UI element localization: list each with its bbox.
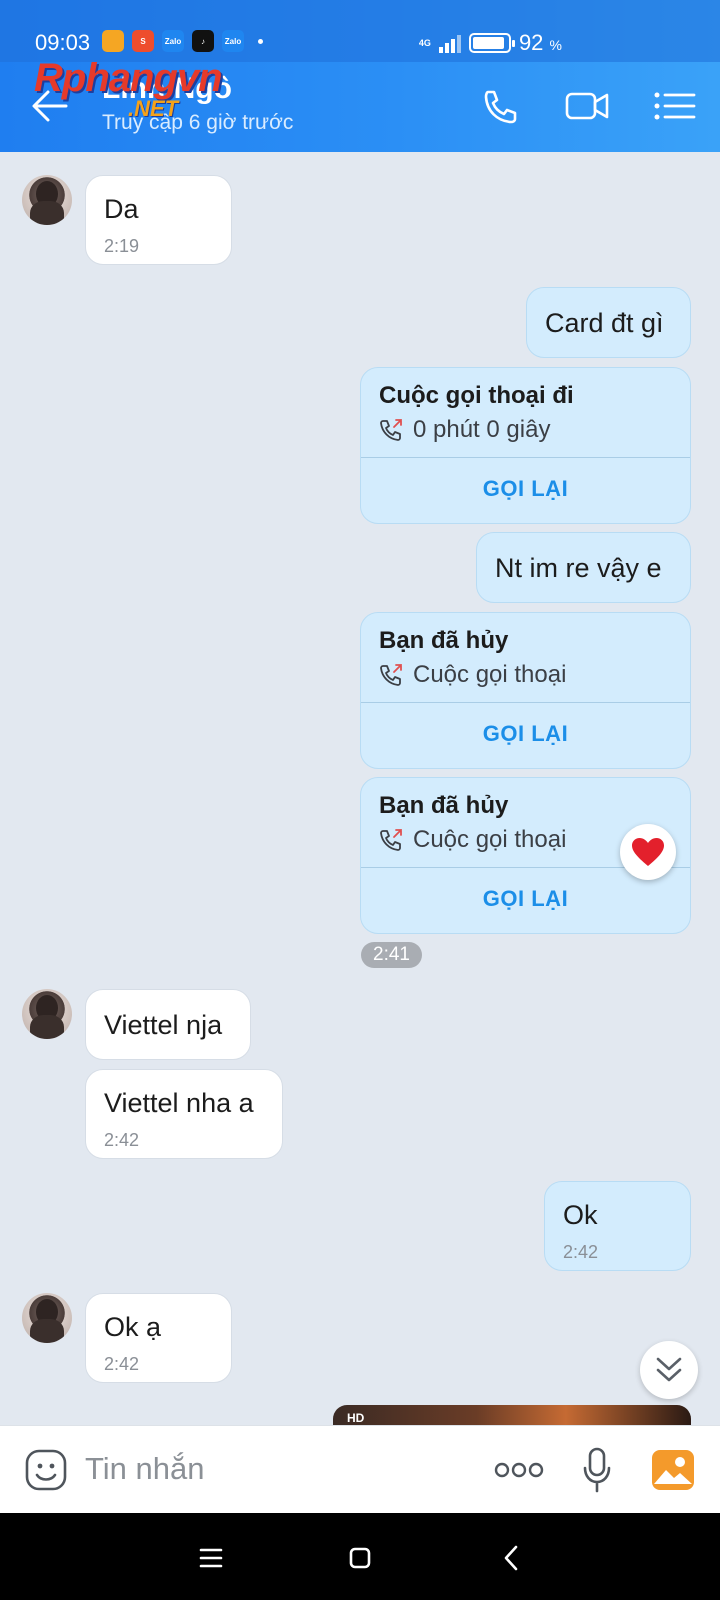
call-title: Bạn đã hủy — [379, 792, 509, 819]
outgoing-message[interactable]: Card đt gì — [526, 287, 691, 358]
signal-icon — [438, 33, 461, 53]
incoming-message[interactable]: Da 2:19 — [85, 175, 232, 265]
watermark-logo: Rphangvn — [34, 56, 223, 100]
notes-app-icon — [102, 30, 124, 52]
shopee-app-icon: S — [132, 30, 154, 52]
status-indicators: 4G 92 % — [419, 30, 562, 56]
message-text: Da — [104, 194, 139, 224]
contact-avatar[interactable] — [22, 989, 72, 1039]
recent-apps-icon[interactable] — [196, 1543, 226, 1573]
message-time: 2:42 — [104, 1130, 140, 1150]
message-time: 2:42 — [563, 1242, 599, 1262]
contact-avatar[interactable] — [22, 1293, 72, 1343]
call-detail: Cuộc gọi thoại — [379, 826, 566, 854]
heart-reaction-button[interactable] — [620, 824, 676, 880]
status-time: 09:03 — [35, 30, 91, 55]
status-notification-icons: S Zalo ♪ Zalo — [102, 30, 263, 52]
message-time: 2:42 — [104, 1354, 140, 1374]
zalo-app-icon: Zalo — [222, 30, 244, 52]
menu-list-icon[interactable] — [652, 86, 698, 126]
home-icon[interactable] — [345, 1543, 375, 1573]
more-notifications-dot — [258, 38, 263, 44]
zalo-app-icon: Zalo — [162, 30, 184, 52]
system-navigation-bar — [0, 1513, 720, 1600]
call-type: Cuộc gọi thoại — [413, 661, 567, 688]
battery-percent: 92 % — [518, 30, 562, 55]
tiktok-app-icon: ♪ — [192, 30, 214, 52]
voice-call-icon[interactable] — [478, 86, 524, 126]
message-text: Viettel nha a — [104, 1088, 254, 1118]
call-title: Cuộc gọi thoại đi — [379, 382, 574, 409]
cancelled-call-icon — [380, 829, 402, 851]
network-type: 4G — [418, 38, 431, 48]
message-input[interactable]: Tin nhắn — [85, 1451, 205, 1487]
message-text: Viettel nja — [104, 1010, 223, 1040]
call-type: Cuộc gọi thoại — [413, 826, 567, 853]
call-back-button[interactable]: GỌI LẠI — [361, 458, 690, 520]
chat-header: 09:03 S Zalo ♪ Zalo 4G 92 % Linh Ngô Tru… — [0, 0, 720, 152]
call-detail: Cuộc gọi thoại — [379, 661, 566, 689]
back-icon[interactable] — [497, 1543, 527, 1573]
battery-icon — [468, 33, 515, 53]
hd-badge: HD — [347, 1411, 365, 1425]
call-title: Bạn đã hủy — [379, 627, 509, 654]
contact-avatar[interactable] — [22, 175, 72, 225]
incoming-message[interactable]: Viettel nja — [85, 989, 251, 1060]
more-options-icon[interactable] — [494, 1460, 544, 1480]
outgoing-message[interactable]: Ok 2:42 — [544, 1181, 691, 1271]
sticker-emoji-icon[interactable] — [24, 1448, 68, 1492]
incoming-message[interactable]: Viettel nha a 2:42 — [85, 1069, 283, 1159]
outgoing-call-icon — [380, 419, 402, 441]
microphone-icon[interactable] — [582, 1446, 612, 1494]
call-duration: 0 phút 0 giây — [413, 416, 551, 443]
message-text: Nt im re vậy e — [495, 553, 662, 583]
scroll-to-bottom-button[interactable] — [640, 1341, 698, 1399]
outgoing-message[interactable]: Nt im re vậy e — [476, 532, 691, 603]
call-log-card: Cuộc gọi thoại đi 0 phút 0 giây GỌI LẠI — [360, 367, 691, 524]
video-call-icon[interactable] — [564, 86, 610, 126]
incoming-message[interactable]: Ok ạ 2:42 — [85, 1293, 232, 1383]
call-back-button[interactable]: GỌI LẠI — [361, 703, 690, 765]
message-text: Card đt gì — [545, 308, 664, 338]
call-detail: 0 phút 0 giây — [379, 416, 550, 444]
photo-gallery-icon[interactable] — [650, 1448, 696, 1492]
watermark-logo-suffix: .NET — [128, 96, 179, 121]
heart-icon — [632, 838, 664, 866]
double-chevron-down-icon — [656, 1357, 682, 1382]
media-message-preview[interactable]: HD — [333, 1405, 691, 1425]
message-composer: Tin nhắn — [0, 1425, 720, 1513]
call-log-card: Bạn đã hủy Cuộc gọi thoại GỌI LẠI — [360, 612, 691, 769]
message-text: Ok — [563, 1200, 598, 1230]
cancelled-call-icon — [380, 664, 402, 686]
time-separator: 2:41 — [361, 942, 422, 968]
message-time: 2:19 — [104, 236, 140, 256]
message-text: Ok ạ — [104, 1312, 162, 1342]
